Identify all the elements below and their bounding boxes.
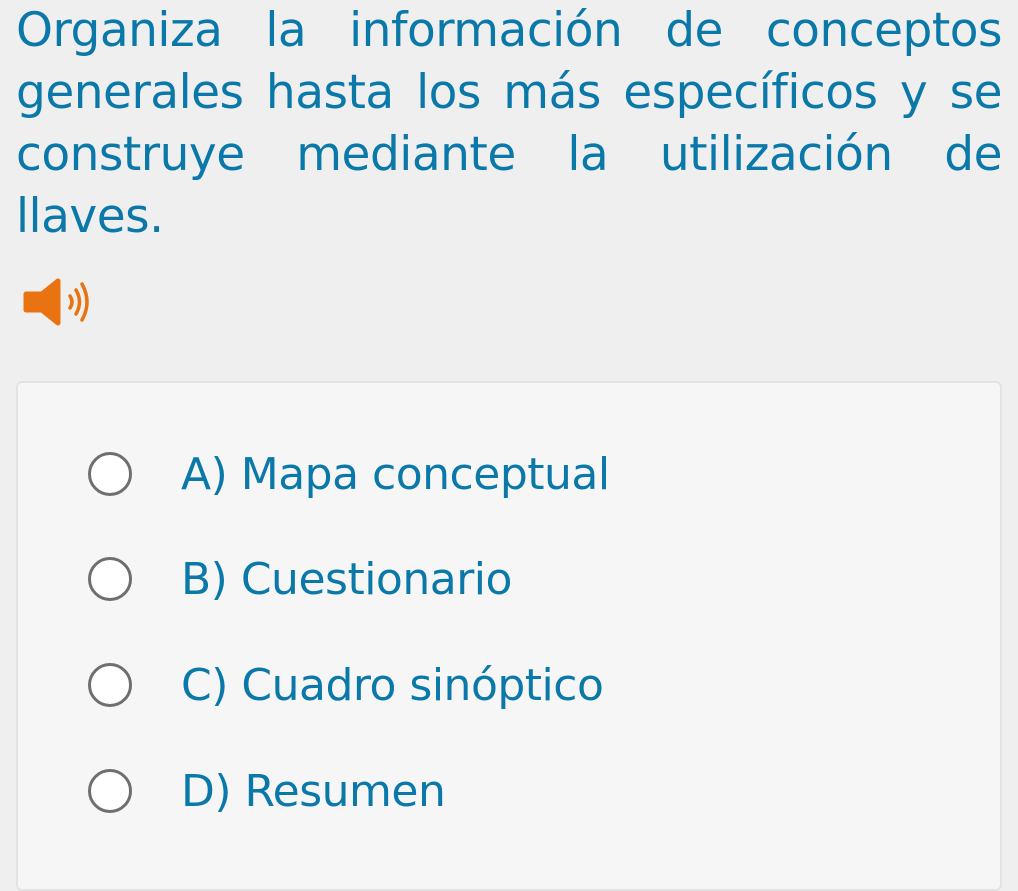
option-d[interactable]: D) Resumen <box>88 761 446 821</box>
option-a-label: A) Mapa conceptual <box>181 448 610 500</box>
option-a-radio[interactable] <box>88 452 132 496</box>
option-a[interactable]: A) Mapa conceptual <box>88 444 610 504</box>
option-c[interactable]: C) Cuadro sinóptico <box>88 655 604 715</box>
option-d-radio[interactable] <box>88 769 132 813</box>
audio-play-button[interactable] <box>18 276 98 328</box>
speaker-icon <box>23 278 89 326</box>
option-c-label: C) Cuadro sinóptico <box>181 659 604 711</box>
option-d-label: D) Resumen <box>181 765 446 817</box>
option-b-radio[interactable] <box>88 557 132 601</box>
option-c-radio[interactable] <box>88 663 132 707</box>
question-text: Organiza la información de conceptos gen… <box>16 3 1003 244</box>
option-b-label: B) Cuestionario <box>181 553 512 605</box>
option-b[interactable]: B) Cuestionario <box>88 549 512 609</box>
answer-options-card: A) Mapa conceptual B) Cuestionario C) Cu… <box>16 381 1002 891</box>
